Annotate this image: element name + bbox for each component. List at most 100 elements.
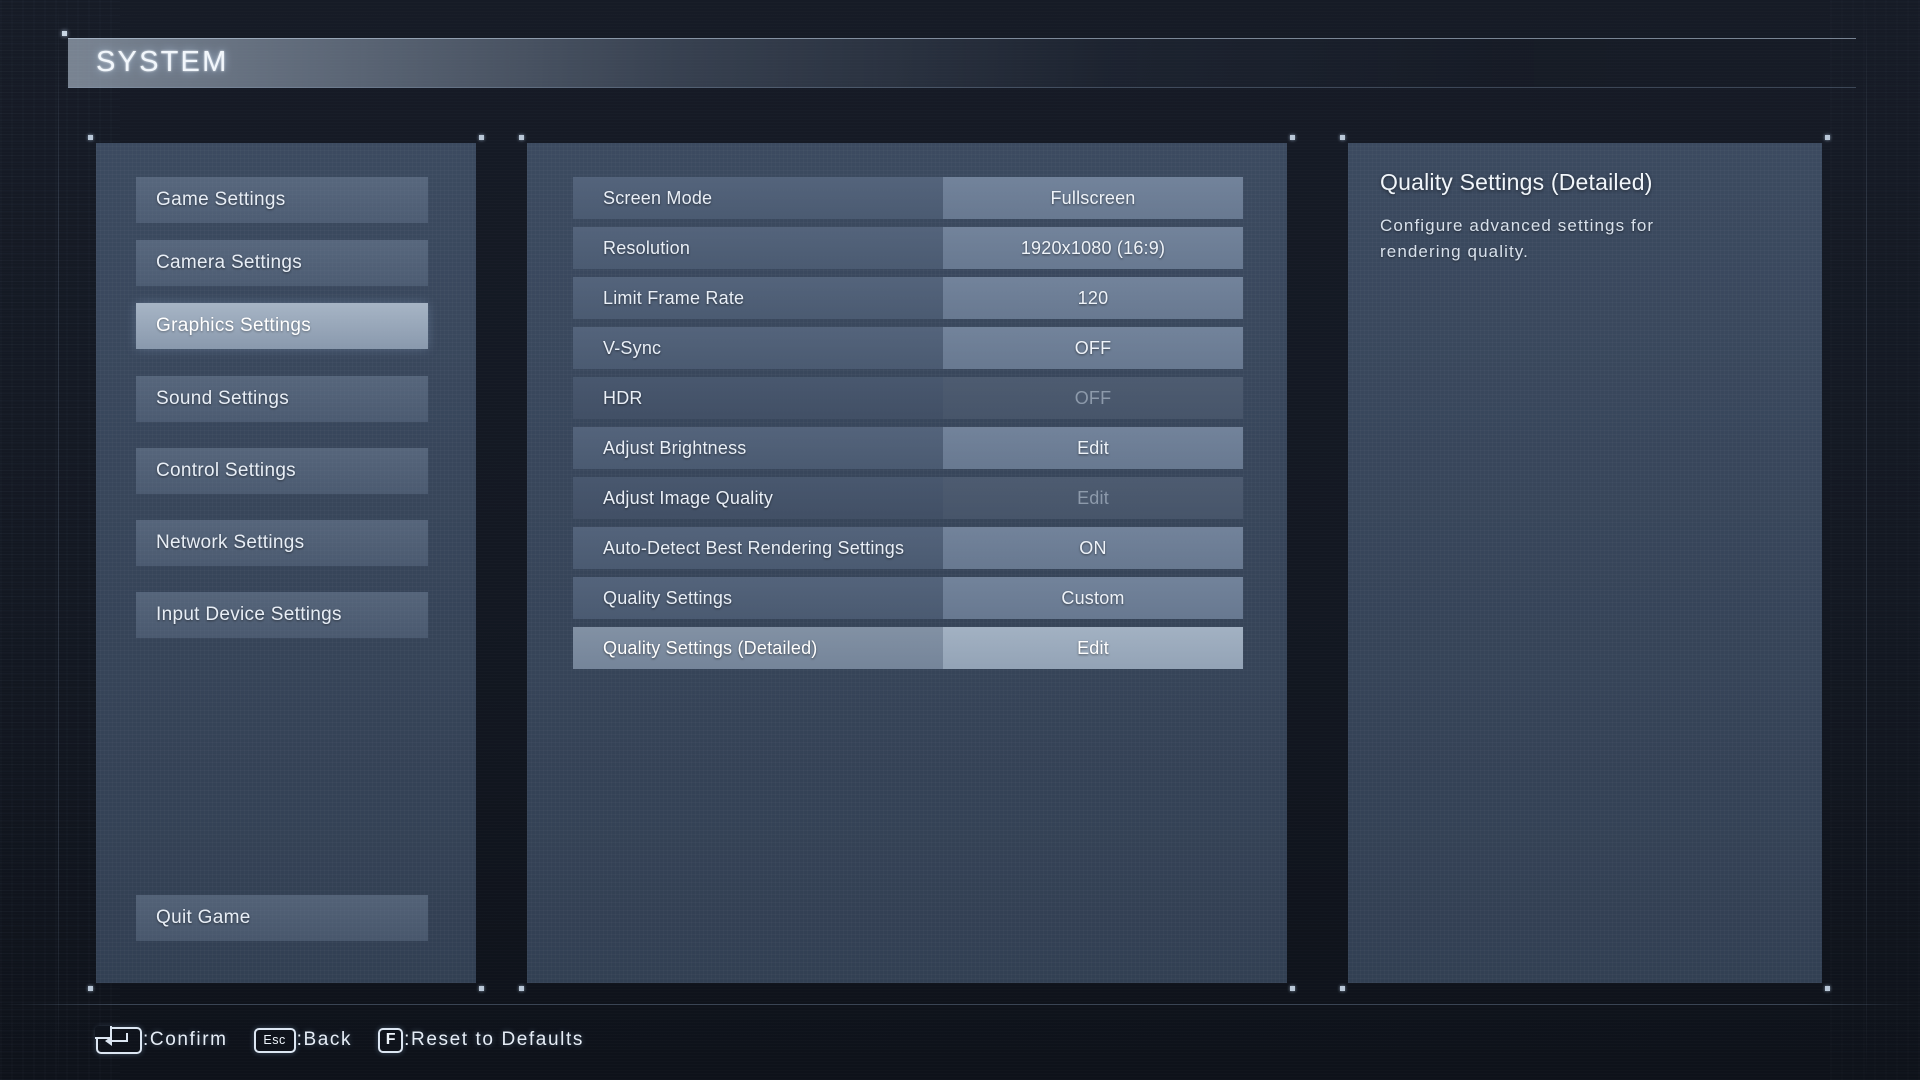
panel-corner-marker (1340, 986, 1345, 991)
setting-label: Adjust Brightness (603, 437, 747, 458)
hint-reset: F :Reset to Defaults (378, 1027, 584, 1053)
setting-value-cell[interactable]: Custom (943, 577, 1243, 619)
hint-confirm: :Confirm (95, 1025, 228, 1054)
info-panel-title: Quality Settings (Detailed) (1380, 169, 1653, 195)
setting-value: 1920x1080 (16:9) (1020, 237, 1166, 258)
footer-divider (0, 1004, 1920, 1005)
setting-row-auto-detect-best-rendering-settings[interactable]: Auto-Detect Best Rendering Settings ON (573, 527, 1243, 569)
panel-corner-marker (1290, 135, 1295, 140)
setting-label-cell: Screen Mode (573, 177, 943, 219)
setting-label: Auto-Detect Best Rendering Settings (603, 537, 905, 558)
setting-label: HDR (603, 387, 643, 408)
setting-label: Limit Frame Rate (603, 287, 745, 308)
setting-label-cell: V-Sync (573, 327, 943, 369)
sidebar-item-label: Input Device Settings (156, 604, 342, 625)
footer-hints: :Confirm Esc :Back F :Reset to Defaults (95, 1022, 584, 1058)
settings-list-panel: Screen Mode Fullscreen Resolution 1920x1… (519, 135, 1295, 991)
sidebar-item-label: Network Settings (156, 532, 305, 553)
setting-label: V-Sync (603, 337, 662, 358)
setting-row-resolution[interactable]: Resolution 1920x1080 (16:9) (573, 227, 1243, 269)
setting-label-cell: Auto-Detect Best Rendering Settings (573, 527, 943, 569)
sidebar-item-camera-settings[interactable]: Camera Settings (136, 240, 428, 286)
setting-row-quality-settings-detailed[interactable]: Quality Settings (Detailed) Edit (573, 627, 1243, 669)
enter-key-icon (95, 1025, 142, 1054)
quit-game-label: Quit Game (156, 907, 251, 928)
setting-value-cell[interactable]: Edit (943, 627, 1243, 669)
info-panel-description: Configure advanced settings for renderin… (1380, 216, 1655, 261)
hint-confirm-label: :Confirm (143, 1029, 228, 1050)
panel-corner-marker (1825, 135, 1830, 140)
sidebar-item-label: Graphics Settings (156, 315, 312, 336)
setting-value-cell[interactable]: OFF (943, 327, 1243, 369)
background-vertical-line-right (1866, 0, 1867, 1080)
sidebar-item-sound-settings[interactable]: Sound Settings (136, 376, 428, 422)
setting-value-cell[interactable]: 1920x1080 (16:9) (943, 227, 1243, 269)
setting-label-cell: HDR (573, 377, 943, 419)
panel-corner-marker (88, 986, 93, 991)
panel-corner-marker (1825, 986, 1830, 991)
panel-corner-marker (1290, 986, 1295, 991)
setting-value-cell[interactable]: Fullscreen (943, 177, 1243, 219)
setting-value: Custom (1061, 587, 1125, 608)
setting-label: Resolution (603, 237, 691, 258)
setting-row-screen-mode[interactable]: Screen Mode Fullscreen (573, 177, 1243, 219)
setting-label-cell: Limit Frame Rate (573, 277, 943, 319)
setting-row-limit-frame-rate[interactable]: Limit Frame Rate 120 (573, 277, 1243, 319)
sidebar-item-label: Game Settings (156, 189, 286, 210)
setting-value: Edit (1077, 437, 1109, 458)
background-texture-right (1830, 0, 1920, 1080)
panel-corner-marker (519, 986, 524, 991)
sidebar-item-label: Camera Settings (156, 252, 303, 273)
background-vertical-line-left (58, 0, 59, 1080)
setting-value-cell[interactable]: ON (943, 527, 1243, 569)
setting-label-cell: Adjust Brightness (573, 427, 943, 469)
sidebar-item-network-settings[interactable]: Network Settings (136, 520, 428, 566)
setting-label-cell: Quality Settings (Detailed) (573, 627, 943, 669)
setting-label-cell: Adjust Image Quality (573, 477, 943, 519)
setting-value: Edit (1077, 487, 1109, 508)
setting-value: OFF (1074, 387, 1112, 408)
sidebar-item-label: Sound Settings (156, 388, 290, 409)
setting-row-v-sync[interactable]: V-Sync OFF (573, 327, 1243, 369)
setting-label: Adjust Image Quality (603, 487, 774, 508)
sidebar-item-label: Control Settings (156, 460, 296, 481)
setting-value-cell[interactable]: 120 (943, 277, 1243, 319)
setting-value-cell: OFF (943, 377, 1243, 419)
setting-value: ON (1079, 537, 1107, 558)
setting-value: Edit (1077, 637, 1109, 658)
game-settings-screen: SYSTEM Game Settings Camera Settings Gra… (0, 0, 1920, 1080)
hint-back-label: :Back (296, 1029, 353, 1050)
setting-value-cell: Edit (943, 477, 1243, 519)
setting-value-cell[interactable]: Edit (943, 427, 1243, 469)
panel-corner-marker (1340, 135, 1345, 140)
quit-game-button[interactable]: Quit Game (136, 895, 428, 941)
setting-value: 120 (1077, 287, 1109, 308)
sidebar-item-graphics-settings[interactable]: Graphics Settings (136, 303, 428, 349)
setting-row-adjust-image-quality: Adjust Image Quality Edit (573, 477, 1243, 519)
setting-label: Quality Settings (603, 587, 733, 608)
setting-row-hdr: HDR OFF (573, 377, 1243, 419)
setting-label: Quality Settings (Detailed) (603, 637, 818, 658)
sidebar-item-game-settings[interactable]: Game Settings (136, 177, 428, 223)
esc-key-icon: Esc (253, 1027, 296, 1053)
panel-corner-marker (479, 986, 484, 991)
setting-value: Fullscreen (1050, 187, 1136, 208)
panel-corner-marker (519, 135, 524, 140)
hint-reset-label: :Reset to Defaults (404, 1029, 584, 1050)
page-title: SYSTEM (96, 45, 229, 78)
panel-corner-marker (88, 135, 93, 140)
sidebar-panel: Game Settings Camera Settings Graphics S… (88, 135, 484, 991)
setting-label-cell: Resolution (573, 227, 943, 269)
info-panel: Quality Settings (Detailed) Configure ad… (1340, 135, 1830, 991)
hint-back: Esc :Back (253, 1027, 353, 1053)
setting-row-adjust-brightness[interactable]: Adjust Brightness Edit (573, 427, 1243, 469)
page-header: SYSTEM (62, 31, 1856, 88)
f-key-icon: F (378, 1027, 404, 1053)
setting-label-cell: Quality Settings (573, 577, 943, 619)
sidebar-item-input-device-settings[interactable]: Input Device Settings (136, 592, 428, 638)
panel-corner-marker (479, 135, 484, 140)
setting-row-quality-settings[interactable]: Quality Settings Custom (573, 577, 1243, 619)
setting-label: Screen Mode (603, 187, 713, 208)
header-corner-marker (62, 31, 67, 36)
sidebar-item-control-settings[interactable]: Control Settings (136, 448, 428, 494)
